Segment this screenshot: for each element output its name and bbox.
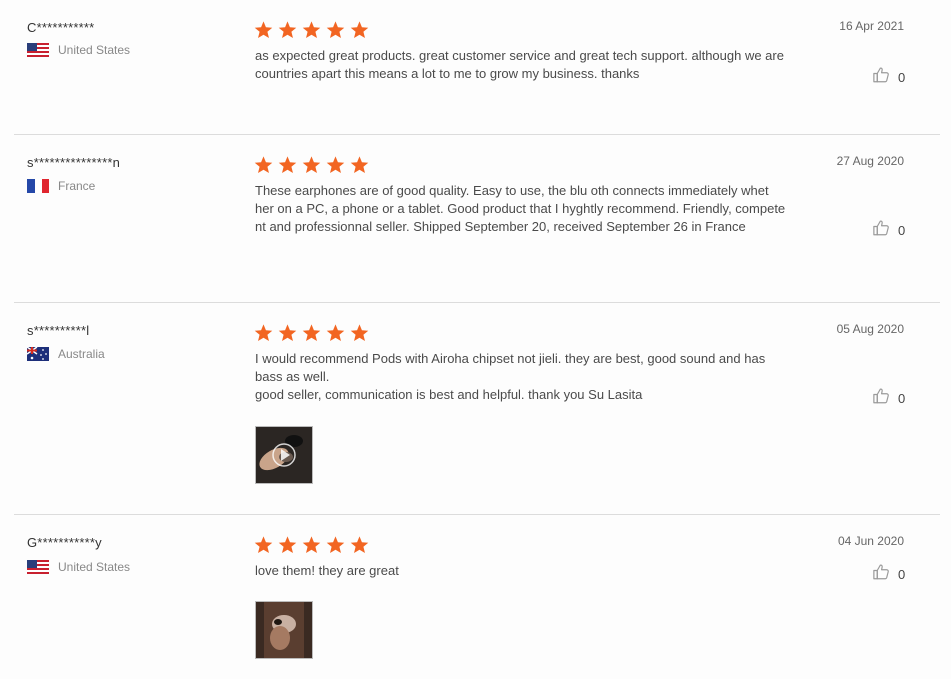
review-date: 16 Apr 2021: [839, 19, 904, 33]
reviewer-country: France: [27, 179, 95, 193]
star-rating: [254, 536, 374, 555]
star-icon: [278, 536, 298, 555]
star-icon: [350, 156, 370, 175]
country-label: Australia: [58, 347, 105, 361]
star-icon: [254, 21, 274, 40]
review-divider: [14, 134, 940, 135]
us-flag-icon: [27, 43, 49, 57]
star-rating: [254, 324, 374, 343]
reviewer-country: United States: [27, 43, 130, 57]
helpful-count: 0: [898, 567, 906, 582]
thumbs-up-icon: [872, 387, 890, 410]
reviewer-name: C***********: [27, 20, 95, 35]
reviewer-country: United States: [27, 560, 130, 574]
photo-thumbnail[interactable]: [255, 601, 313, 659]
country-label: United States: [58, 560, 131, 574]
star-icon: [350, 324, 370, 343]
reviewer-country: Australia: [26, 346, 105, 361]
australia-flag-icon: [26, 346, 49, 361]
review-text-line: good seller, communication is best and h…: [255, 387, 643, 402]
review-text-line: bass as well.: [255, 369, 330, 384]
review-text-line: as expected great products. great custom…: [255, 48, 784, 63]
thumbs-up-icon: [872, 563, 890, 586]
review-date: 27 Aug 2020: [836, 154, 904, 168]
country-label: France: [58, 179, 96, 193]
star-icon: [278, 156, 298, 175]
review-divider: [14, 514, 940, 515]
star-rating: [254, 156, 374, 175]
video-thumbnail[interactable]: [255, 426, 313, 484]
review-text: These earphones are of good quality. Eas…: [255, 182, 815, 236]
thumbs-up-icon: [872, 219, 890, 242]
review-text-line: These earphones are of good quality. Eas…: [255, 183, 769, 198]
star-icon: [278, 21, 298, 40]
review-text-line: I would recommend Pods with Airoha chips…: [255, 351, 766, 366]
helpful-button[interactable]: 0: [872, 563, 905, 586]
reviewer-name: s**********l: [27, 323, 90, 338]
helpful-count: 0: [898, 223, 906, 238]
star-rating: [254, 21, 374, 40]
star-icon: [278, 324, 298, 343]
review-text: as expected great products. great custom…: [255, 47, 815, 83]
review-text: love them! they are great: [255, 562, 815, 580]
country-label: United States: [58, 43, 131, 57]
review-text-line: love them! they are great: [255, 563, 399, 578]
star-icon: [302, 324, 322, 343]
star-icon: [326, 21, 346, 40]
star-icon: [254, 324, 274, 343]
review-list: C*********** United States as expected g…: [0, 0, 951, 679]
us-flag-icon: [27, 560, 49, 574]
star-icon: [302, 21, 322, 40]
review-text: I would recommend Pods with Airoha chips…: [255, 350, 815, 404]
star-icon: [302, 156, 322, 175]
helpful-count: 0: [898, 70, 906, 85]
helpful-button[interactable]: 0: [872, 219, 905, 242]
star-icon: [254, 536, 274, 555]
star-icon: [326, 536, 346, 555]
review-date: 05 Aug 2020: [836, 322, 904, 336]
star-icon: [350, 536, 370, 555]
star-icon: [254, 156, 274, 175]
helpful-count: 0: [898, 391, 906, 406]
thumbs-up-icon: [872, 66, 890, 89]
review-date: 04 Jun 2020: [837, 534, 904, 548]
reviewer-name: G***********y: [27, 535, 102, 550]
review-text-line: nt and professionnal seller. Shipped Sep…: [255, 219, 746, 234]
star-icon: [326, 156, 346, 175]
review-text-line: countries apart this means a lot to me t…: [255, 66, 640, 81]
star-icon: [326, 324, 346, 343]
france-flag-icon: [27, 179, 49, 193]
review-text-line: her on a PC, a phone or a tablet. Good p…: [255, 201, 786, 216]
star-icon: [302, 536, 322, 555]
reviewer-name: s***************n: [27, 155, 121, 170]
helpful-button[interactable]: 0: [872, 66, 905, 89]
helpful-button[interactable]: 0: [872, 387, 905, 410]
review-divider: [14, 302, 940, 303]
star-icon: [350, 21, 370, 40]
